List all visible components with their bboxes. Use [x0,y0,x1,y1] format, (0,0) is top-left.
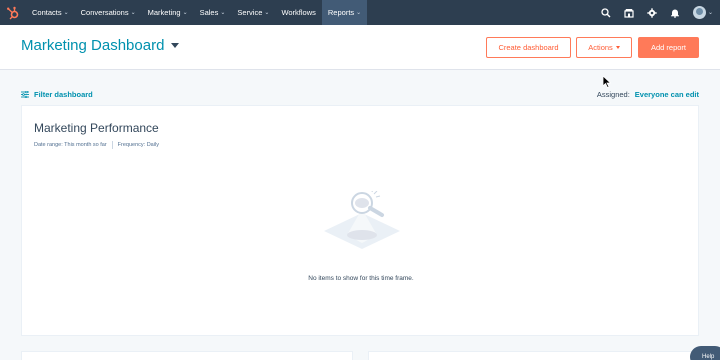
empty-state-magnifier-icon [324,191,400,249]
assigned-label: Assigned: [596,89,630,99]
nav-item-label: Contacts [32,8,62,17]
create-dashboard-label: Create dashboard [498,43,559,52]
top-navigation: Contacts ⌄ Conversations ⌄ Marketing ⌄ Sales ⌄ S… [0,0,720,25]
report-title[interactable]: Marketing Performance [34,121,159,135]
chevron-down-icon: ⌄ [130,10,136,16]
chevron-down-icon: ⌄ [264,10,270,16]
nav-item-label: Reports [327,8,355,17]
nav-utilities: ⌄ [594,0,720,25]
marketplace-icon[interactable] [617,0,640,25]
nav-item-label: Sales [199,8,219,17]
nav-item-label: Conversations [80,8,129,17]
actions-label: Actions [588,43,613,52]
nav-item-sales[interactable]: Sales ⌄ [194,0,232,25]
caret-down-icon [615,46,620,49]
nav-item-label: Service [237,8,263,17]
filter-dashboard-label: Filter dashboard [34,89,93,99]
mouse-cursor-icon [603,76,611,88]
nav-item-reports[interactable]: Reports ⌄ [321,0,368,25]
empty-state-message: No items to show for this time frame. [308,275,414,282]
filter-icon [21,90,29,98]
add-report-label: Add report [650,43,687,52]
filter-dashboard-button[interactable]: Filter dashboard [21,90,93,99]
report-meta: Date range: This month so far Frequency:… [34,141,159,149]
chevron-down-icon: ⌄ [182,10,188,16]
notifications-icon[interactable] [663,0,686,25]
settings-icon[interactable] [640,0,663,25]
frequency-text: Frequency: Daily [117,142,159,148]
nav-menu: Contacts ⌄ Conversations ⌄ Marketing ⌄ Sales ⌄ S… [26,0,368,25]
nav-item-marketing[interactable]: Marketing ⌄ [142,0,194,25]
caret-down-icon [171,43,180,48]
avatar [692,6,706,19]
chevron-down-icon: ⌄ [63,10,69,16]
assigned-value-link[interactable]: Everyone can edit [635,90,699,99]
help-button[interactable]: Help [690,346,720,360]
nav-item-label: Marketing [147,8,181,17]
chevron-down-icon: ⌄ [356,10,362,16]
chevron-down-icon: ⌄ [707,10,714,16]
filter-bar: Filter dashboard Assigned: Everyone can … [21,88,699,100]
report-card: Marketing Performance Date range: This m… [21,105,699,336]
chevron-down-icon: ⌄ [220,10,226,16]
date-range-text: Date range: This month so far [34,142,107,148]
report-card-lower-right [368,351,699,360]
nav-item-conversations[interactable]: Conversations ⌄ [75,0,142,25]
nav-item-contacts[interactable]: Contacts ⌄ [26,0,75,25]
report-card-lower-left [21,351,353,360]
help-label: Help [702,354,715,360]
nav-item-service[interactable]: Service ⌄ [231,0,275,25]
nav-item-workflows[interactable]: Workflows [275,0,321,25]
dashboard-header: Marketing Dashboard Create dashboard Act… [0,25,720,70]
add-report-button[interactable]: Add report [638,37,699,58]
actions-button[interactable]: Actions [576,37,632,58]
dashboard-selector[interactable]: Marketing Dashboard [21,37,180,54]
account-menu[interactable]: ⌄ [686,0,720,25]
search-icon[interactable] [594,0,617,25]
meta-divider [111,141,113,149]
create-dashboard-button[interactable]: Create dashboard [486,37,571,58]
hubspot-logo-icon[interactable] [0,0,26,25]
page-title: Marketing Dashboard [21,37,165,54]
assigned-info: Assigned: Everyone can edit [597,90,699,99]
nav-item-label: Workflows [281,8,316,17]
